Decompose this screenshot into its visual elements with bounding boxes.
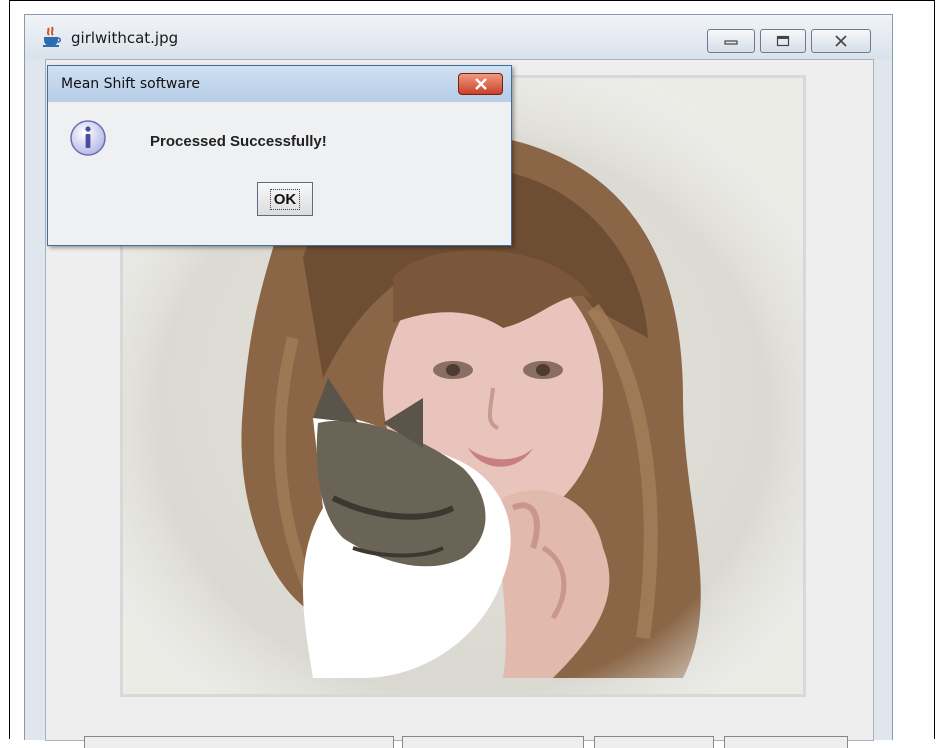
ok-button-label: OK bbox=[269, 188, 301, 210]
minimize-icon bbox=[724, 40, 738, 45]
info-icon bbox=[70, 120, 106, 156]
close-button[interactable] bbox=[811, 29, 871, 53]
dialog-title: Mean Shift software bbox=[61, 76, 200, 92]
message-dialog: Mean Shift software Processed Successful… bbox=[47, 65, 512, 246]
bottom-button-3[interactable] bbox=[594, 736, 714, 748]
java-app-icon bbox=[43, 26, 61, 47]
bottom-button-4[interactable] bbox=[724, 736, 848, 748]
dialog-close-button[interactable] bbox=[458, 73, 503, 95]
main-titlebar[interactable]: girlwithcat.jpg bbox=[25, 15, 892, 59]
maximize-icon bbox=[776, 35, 790, 47]
dialog-message: Processed Successfully! bbox=[150, 133, 327, 150]
bottom-button-1[interactable] bbox=[84, 736, 394, 748]
ok-button[interactable]: OK bbox=[257, 182, 313, 216]
bottom-button-2[interactable] bbox=[402, 736, 584, 748]
close-icon bbox=[474, 78, 487, 90]
maximize-button[interactable] bbox=[760, 29, 806, 53]
close-icon bbox=[835, 35, 847, 47]
window-title: girlwithcat.jpg bbox=[71, 29, 179, 47]
dialog-titlebar[interactable]: Mean Shift software bbox=[48, 66, 511, 102]
minimize-button[interactable] bbox=[707, 29, 755, 53]
